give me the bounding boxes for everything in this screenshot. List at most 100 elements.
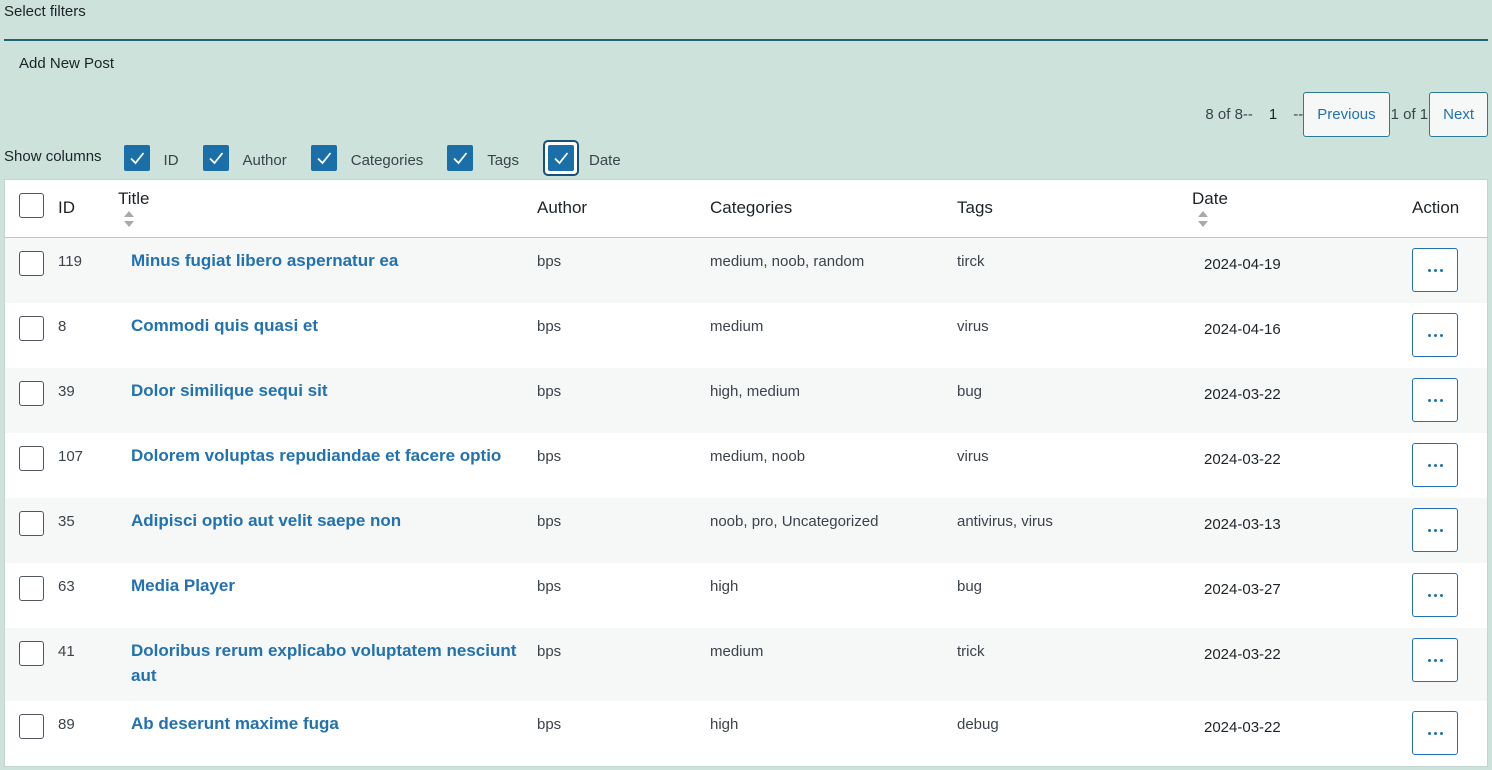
header-tags: Tags (957, 198, 993, 217)
row-author: bps (537, 716, 562, 733)
show-column-categories[interactable]: Categories (310, 145, 424, 171)
row-title-link[interactable]: Doloribus rerum explicabo voluptatem nes… (131, 638, 521, 688)
table-header: ID Title Author Categories Tags Date Act… (5, 180, 1487, 238)
row-action-button[interactable] (1412, 573, 1458, 617)
row-author: bps (537, 513, 562, 530)
row-action-button[interactable] (1412, 378, 1458, 422)
pagination: 8 of 8-- 1 -- Previous 1 of 1 Next (1205, 92, 1488, 137)
row-date: 2024-03-22 (1204, 451, 1281, 468)
row-title-link[interactable]: Commodi quis quasi et (131, 313, 521, 338)
row-categories: high (710, 716, 739, 733)
row-author: bps (537, 643, 562, 660)
checkbox-checked-icon[interactable] (310, 145, 337, 171)
row-checkbox[interactable] (19, 576, 44, 601)
show-column-date[interactable]: Date (542, 140, 621, 176)
more-dots-icon (1427, 528, 1443, 532)
checkbox-checked-icon[interactable] (123, 145, 150, 171)
show-column-id[interactable]: ID (123, 145, 179, 171)
show-columns-label: Show columns (4, 147, 102, 165)
row-author: bps (537, 383, 562, 400)
row-categories: high (710, 578, 739, 595)
row-id: 8 (58, 318, 67, 335)
row-id: 119 (58, 253, 82, 270)
row-id: 89 (58, 716, 75, 733)
row-author: bps (537, 253, 562, 270)
row-action-button[interactable] (1412, 638, 1458, 682)
show-columns-bar: Show columns ID Author Categories Tags D… (4, 140, 645, 176)
show-column-label: Categories (350, 151, 424, 169)
row-categories: noob, pro, Uncategorized (710, 513, 879, 530)
table-row: 119 Minus fugiat libero aspernatur ea bp… (5, 238, 1487, 303)
row-action-button[interactable] (1412, 313, 1458, 357)
checkbox-checked-icon[interactable] (202, 145, 229, 171)
previous-button[interactable]: Previous (1303, 92, 1390, 137)
add-new-post-link[interactable]: Add New Post (19, 55, 114, 72)
checkbox-checked-icon[interactable] (547, 145, 574, 171)
table-row: 63 Media Player bps high bug 2024-03-27 (5, 563, 1487, 628)
row-id: 107 (58, 448, 84, 465)
row-id: 63 (58, 578, 75, 595)
row-categories: medium, noob, random (710, 253, 865, 270)
row-action-button[interactable] (1412, 443, 1458, 487)
row-id: 35 (58, 513, 75, 530)
table-row: 89 Ab deserunt maxime fuga bps high debu… (5, 701, 1487, 766)
show-column-label: ID (163, 151, 179, 169)
row-title-link[interactable]: Media Player (131, 573, 521, 598)
sort-arrows-icon (1198, 211, 1208, 227)
select-filters-label: Select filters (4, 3, 86, 20)
more-dots-icon (1427, 268, 1443, 272)
row-author: bps (537, 448, 562, 465)
row-checkbox[interactable] (19, 316, 44, 341)
more-dots-icon (1427, 658, 1443, 662)
row-categories: medium, noob (710, 448, 806, 465)
row-title-link[interactable]: Ab deserunt maxime fuga (131, 711, 521, 736)
row-checkbox[interactable] (19, 251, 44, 276)
row-author: bps (537, 318, 562, 335)
row-categories: high, medium (710, 383, 801, 400)
row-tags: bug (957, 383, 983, 400)
table-row: 41 Doloribus rerum explicabo voluptatem … (5, 628, 1487, 701)
row-action-button[interactable] (1412, 248, 1458, 292)
more-dots-icon (1427, 593, 1443, 597)
row-checkbox[interactable] (19, 381, 44, 406)
row-tags: virus (957, 448, 989, 465)
row-tags: virus (957, 318, 989, 335)
header-id: ID (58, 198, 75, 217)
checkbox-focus-ring (542, 140, 579, 176)
show-column-label: Tags (487, 151, 519, 169)
header-title-sortable[interactable]: Title (118, 189, 150, 227)
row-tags: trick (957, 643, 985, 660)
header-categories: Categories (710, 198, 793, 217)
show-column-author[interactable]: Author (202, 145, 287, 171)
checkbox-checked-icon[interactable] (447, 145, 474, 171)
row-checkbox[interactable] (19, 714, 44, 739)
row-checkbox[interactable] (19, 446, 44, 471)
select-all-checkbox[interactable] (19, 193, 44, 218)
row-action-button[interactable] (1412, 711, 1458, 755)
row-title-link[interactable]: Dolor similique sequi sit (131, 378, 521, 403)
posts-table: ID Title Author Categories Tags Date Act… (4, 179, 1488, 767)
row-checkbox[interactable] (19, 511, 44, 536)
row-tags: debug (957, 716, 999, 733)
row-title-link[interactable]: Minus fugiat libero aspernatur ea (131, 248, 521, 273)
pagination-count: 8 of 8-- (1205, 106, 1253, 123)
pagination-separator: -- (1293, 106, 1304, 123)
row-checkbox[interactable] (19, 641, 44, 666)
filters-header: Select filters (4, 0, 1488, 41)
row-date: 2024-03-22 (1204, 646, 1281, 663)
row-tags: bug (957, 578, 983, 595)
header-date-sortable[interactable]: Date (1192, 189, 1228, 227)
header-date: Date (1192, 189, 1228, 208)
table-row: 35 Adipisci optio aut velit saepe non bp… (5, 498, 1487, 563)
row-title-link[interactable]: Dolorem voluptas repudiandae et facere o… (131, 443, 521, 468)
sort-arrows-icon (124, 211, 134, 227)
row-categories: medium (710, 643, 764, 660)
show-column-tags[interactable]: Tags (447, 145, 519, 171)
more-dots-icon (1427, 333, 1443, 337)
row-action-button[interactable] (1412, 508, 1458, 552)
row-author: bps (537, 578, 562, 595)
pagination-current-page[interactable]: 1 (1269, 106, 1277, 123)
more-dots-icon (1427, 463, 1443, 467)
row-title-link[interactable]: Adipisci optio aut velit saepe non (131, 508, 521, 533)
next-button[interactable]: Next (1429, 92, 1488, 137)
